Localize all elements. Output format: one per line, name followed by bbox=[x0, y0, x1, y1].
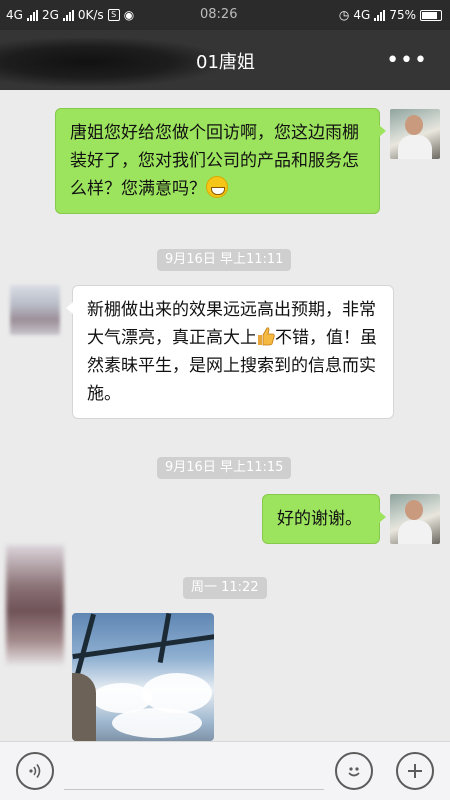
grin-emoji-icon bbox=[206, 176, 228, 198]
signal-icon-3 bbox=[374, 9, 386, 21]
photo-building bbox=[72, 673, 96, 741]
qq-icon: ◉ bbox=[123, 8, 135, 22]
more-dots-icon[interactable]: ••• bbox=[386, 48, 428, 73]
net-speed: 0K/s bbox=[77, 8, 104, 22]
timestamp: 周一 11:22 bbox=[183, 577, 267, 599]
message-bubble-other[interactable]: 新棚做出来的效果远远高出预期，非常大气漂亮，真正高大上 不错，值！虽然素昧平生，是… bbox=[66, 285, 394, 419]
thumbs-up-emoji-icon bbox=[258, 327, 275, 346]
chat-header: 01唐姐 ••• bbox=[0, 30, 450, 90]
photo-cloud bbox=[142, 673, 212, 713]
voice-icon[interactable] bbox=[16, 752, 54, 790]
network-right: 4G bbox=[353, 8, 371, 22]
chat-title: 01唐姐 bbox=[196, 52, 255, 73]
message-text: 好的谢谢。 bbox=[277, 509, 362, 529]
network-label-2: 2G bbox=[41, 8, 59, 22]
network-label: 4G bbox=[6, 8, 23, 22]
signal-icon bbox=[26, 9, 38, 21]
image-message[interactable] bbox=[72, 613, 214, 741]
back-button[interactable] bbox=[0, 38, 220, 86]
input-bar bbox=[0, 741, 450, 800]
contact-avatar[interactable] bbox=[10, 285, 60, 335]
my-avatar[interactable] bbox=[390, 494, 440, 544]
my-avatar[interactable] bbox=[390, 109, 440, 159]
clock: 08:26 bbox=[200, 7, 238, 22]
status-bar: 4G 2G 0K/s S ◉ 08:26 ◷ 4G 75% bbox=[0, 0, 450, 30]
notification-icon: S bbox=[107, 9, 120, 21]
plus-icon[interactable] bbox=[396, 752, 434, 790]
photo-beam bbox=[157, 613, 172, 664]
emoji-icon[interactable] bbox=[335, 752, 373, 790]
battery-percent: 75% bbox=[389, 8, 416, 22]
timestamp: 9月16日 早上11:15 bbox=[157, 457, 292, 479]
alarm-icon: ◷ bbox=[338, 8, 350, 22]
battery-icon bbox=[420, 9, 442, 21]
signal-icon-2 bbox=[62, 9, 74, 21]
photo-beam bbox=[72, 631, 214, 660]
message-input[interactable] bbox=[64, 762, 324, 790]
message-bubble-me[interactable]: 唐姐您好给您做个回访啊，您这边雨棚装好了，您对我们公司的产品和服务怎么样？您满意… bbox=[55, 108, 386, 214]
message-bubble-me[interactable]: 好的谢谢。 bbox=[262, 494, 386, 544]
timestamp: 9月16日 早上11:11 bbox=[157, 249, 292, 271]
photo-cloud bbox=[112, 708, 202, 738]
contact-avatar[interactable] bbox=[6, 545, 64, 665]
